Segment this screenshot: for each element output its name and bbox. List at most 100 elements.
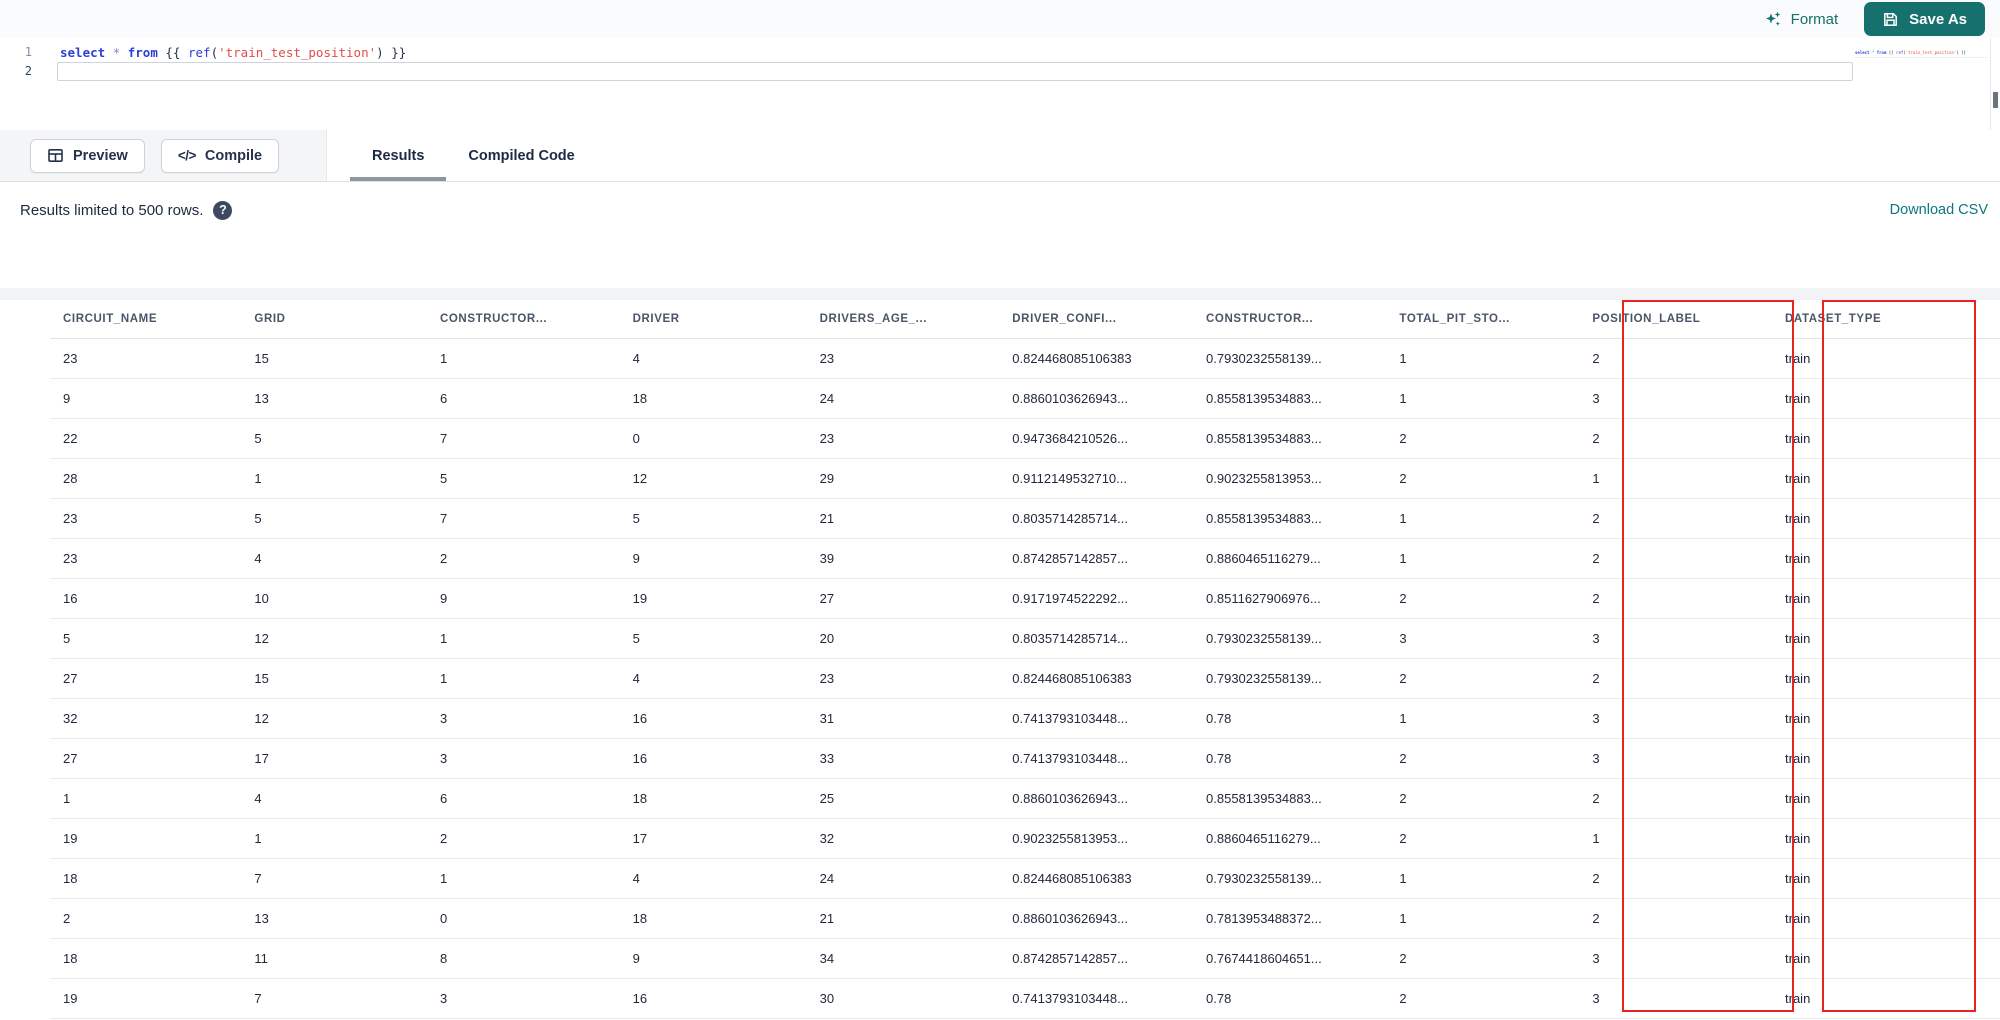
- cell: 32: [50, 698, 242, 739]
- save-as-button[interactable]: Save As: [1864, 2, 1985, 36]
- cell: 31: [806, 698, 1000, 739]
- code-line[interactable]: 2: [0, 62, 2000, 81]
- cell: 16: [619, 978, 807, 1019]
- cell: 2: [1386, 418, 1580, 459]
- cell: 18: [619, 778, 807, 819]
- cell: 1: [1386, 498, 1580, 539]
- cell: 1: [1386, 898, 1580, 939]
- cell: 0.7674418604651...: [1193, 938, 1387, 979]
- cell: 18: [50, 858, 242, 899]
- results-info-bar: Results limited to 500 rows. ? Download …: [0, 182, 2000, 238]
- line-number: 1: [24, 45, 32, 59]
- dbt-ide-query-pane: Format Save As 1 select * from {{ ref('tr…: [0, 0, 2000, 1020]
- cell: 1: [1386, 698, 1580, 739]
- cell: 0.7813953488372...: [1193, 898, 1387, 939]
- tab-compiled-code[interactable]: Compiled Code: [456, 130, 586, 181]
- preview-label: Preview: [73, 147, 128, 164]
- results-action-bar: Preview </> Compile Results Compiled Code: [0, 130, 2000, 182]
- query-actions: Preview </> Compile: [0, 130, 327, 181]
- code-token: from: [127, 45, 158, 60]
- preview-button[interactable]: Preview: [30, 138, 145, 173]
- cell: 30: [806, 978, 1000, 1019]
- cell: 9: [619, 938, 807, 979]
- cell: 2: [50, 898, 242, 939]
- question-mark-circle-icon[interactable]: ?: [213, 200, 233, 220]
- cell: 23: [806, 338, 1000, 379]
- download-csv-link[interactable]: Download CSV: [1890, 202, 1988, 218]
- cell: 2: [426, 818, 620, 859]
- cell: 7: [241, 978, 427, 1019]
- cell: 1: [241, 818, 427, 859]
- tab-results[interactable]: Results: [349, 130, 447, 181]
- cell: 0.9023255813953...: [999, 818, 1194, 859]
- cell: 2: [1386, 658, 1580, 699]
- cell: 0.7930232558139...: [1193, 658, 1387, 699]
- save-icon: [1882, 11, 1899, 28]
- cell: 34: [806, 938, 1000, 979]
- code-line[interactable]: 1 select * from {{ ref('train_test_positi…: [0, 43, 2000, 62]
- save-as-label: Save As: [1909, 10, 1967, 28]
- cell: 1: [1386, 858, 1580, 899]
- cell: 27: [806, 578, 1000, 619]
- column-header: GRID: [241, 300, 427, 339]
- code-token: }}: [1961, 50, 1966, 55]
- code-token: }}: [391, 45, 407, 60]
- cell: 1: [426, 338, 620, 379]
- cell: 1: [426, 658, 620, 699]
- highlight-box-position-label: [1622, 300, 1794, 1012]
- cell: 24: [806, 378, 1000, 419]
- compile-button[interactable]: </> Compile: [160, 138, 280, 173]
- cell: 0.8558139534883...: [1193, 498, 1387, 539]
- cell: 0.8558139534883...: [1193, 378, 1387, 419]
- cell: 0.824468085106383: [999, 658, 1194, 699]
- cell: 0.8742857142857...: [999, 938, 1194, 979]
- code-token: select: [1855, 50, 1870, 55]
- highlight-box-dataset-type: [1822, 300, 1976, 1012]
- cell: 23: [50, 538, 242, 579]
- code-token: (: [210, 45, 219, 60]
- editor-scrollbar[interactable]: [1990, 38, 1991, 130]
- cell: 3: [426, 738, 620, 779]
- cell: 9: [426, 578, 620, 619]
- cell: 25: [806, 778, 1000, 819]
- cell: 23: [806, 658, 1000, 699]
- cell: 1: [426, 858, 620, 899]
- cell: 0.7930232558139...: [1193, 338, 1387, 379]
- cell: 19: [50, 818, 242, 859]
- cell: 0.9171974522292...: [999, 578, 1194, 619]
- cell: 4: [619, 338, 807, 379]
- cell: 16: [619, 698, 807, 739]
- cell: 10: [241, 578, 427, 619]
- editor-minimap[interactable]: select * from {{ ref('train_test_positio…: [1855, 50, 1987, 58]
- cell: 6: [426, 778, 620, 819]
- cell: 5: [50, 618, 242, 659]
- cell: 2: [1386, 978, 1580, 1019]
- cell: 12: [619, 458, 807, 499]
- cell: 21: [806, 898, 1000, 939]
- cell: 3: [426, 978, 620, 1019]
- cell: 4: [241, 538, 427, 579]
- cell: 16: [50, 578, 242, 619]
- cell: 7: [426, 498, 620, 539]
- code-token: ): [376, 45, 384, 60]
- format-label: Format: [1790, 10, 1839, 28]
- cell: 2: [1386, 818, 1580, 859]
- code-token: from: [1876, 50, 1887, 55]
- cell: 18: [619, 378, 807, 419]
- column-header: DRIVERS_AGE_...: [806, 300, 1000, 339]
- cell: 0.78: [1193, 738, 1387, 779]
- format-button[interactable]: Format: [1764, 10, 1839, 28]
- cell: 0: [619, 418, 807, 459]
- compile-label: Compile: [204, 147, 263, 164]
- cell: 18: [619, 898, 807, 939]
- column-header: CONSTRUCTOR...: [1193, 300, 1387, 339]
- cell: 0.8860465116279...: [1193, 818, 1387, 859]
- cell: 1: [1386, 538, 1580, 579]
- cell: 0.8860103626943...: [999, 378, 1194, 419]
- sql-editor[interactable]: 1 select * from {{ ref('train_test_positi…: [0, 38, 2000, 130]
- cell: 1: [426, 618, 620, 659]
- cell: 29: [806, 458, 1000, 499]
- scrollbar-thumb[interactable]: [1993, 92, 1998, 108]
- cell: 4: [241, 778, 427, 819]
